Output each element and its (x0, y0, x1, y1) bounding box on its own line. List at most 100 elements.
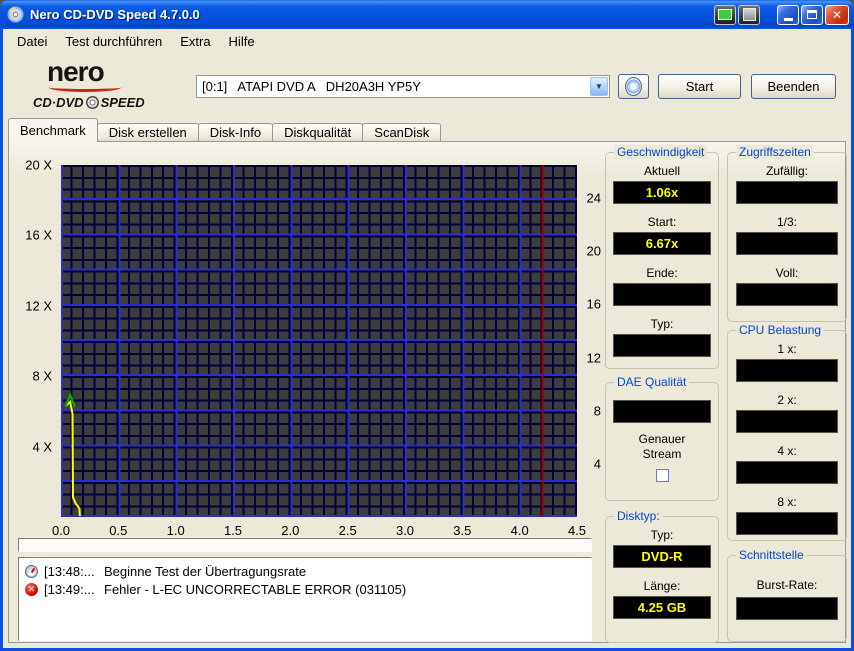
disc-typ-label: Typ: (650, 528, 674, 542)
cpu-8x-label: 8 x: (777, 495, 797, 509)
menu-extra[interactable]: Extra (171, 32, 219, 51)
quit-button[interactable]: Beenden (751, 74, 836, 99)
log-timestamp: [13:48:... (44, 563, 95, 579)
minimize-button[interactable] (777, 4, 799, 25)
right-axis-tick-label: 20 (586, 243, 601, 259)
left-axis-tick-label: 8 X (32, 368, 52, 384)
x-axis-tick-label: 1.0 (166, 523, 185, 538)
close-icon (832, 6, 842, 24)
save-image-button[interactable] (738, 4, 760, 25)
group-title: Zugriffszeiten (736, 145, 814, 159)
dae-quality-value (613, 400, 711, 423)
ende-value (613, 283, 711, 306)
x-axis-tick-label: 2.0 (281, 523, 300, 538)
capture-window-button[interactable] (714, 4, 736, 25)
aktuell-value: 1.06x (613, 181, 711, 204)
x-axis-tick-label: 4.5 (567, 523, 587, 538)
start-button[interactable]: Start (658, 74, 741, 99)
app-icon (7, 6, 24, 23)
genauer-stream-label: Genauer (638, 432, 686, 446)
nero-wordmark: nero (47, 56, 105, 87)
close-button[interactable] (825, 4, 849, 25)
log-message: Beginne Test der Übertragungsrate (104, 563, 307, 579)
product-wordmark: CD·DVD SPEED (33, 95, 183, 110)
voll-label: Voll: (775, 266, 799, 280)
tabstrip: Benchmark Disk erstellen Disk-Info Diskq… (8, 118, 442, 142)
tab-benchmark[interactable]: Benchmark (8, 118, 98, 142)
x-axis-tick-label: 1.5 (223, 523, 243, 538)
maximize-button[interactable] (801, 4, 823, 25)
one-third-label: 1/3: (776, 215, 797, 229)
cpu-2x-label: 2 x: (777, 393, 797, 407)
group-title: Disktyp: (614, 509, 663, 523)
minimize-icon (783, 17, 793, 21)
chart-series-layer (64, 165, 544, 517)
typ-value (613, 334, 711, 357)
disc-laenge-value: 4.25 GB (613, 596, 711, 619)
log-row: [13:48:... Beginne Test der Übertragungs… (24, 562, 589, 580)
chevron-down-icon[interactable] (590, 77, 608, 96)
x-axis-tick-label: 0.5 (109, 523, 128, 538)
cpu-1x-label: 1 x: (777, 342, 797, 356)
right-axis: 24 20 16 12 8 4 (581, 165, 603, 517)
log-entry-icon (24, 564, 39, 578)
one-third-value (736, 232, 838, 255)
start-value: 6.67x (613, 232, 711, 255)
floppy-icon (742, 8, 756, 21)
group-title: Geschwindigkeit (614, 145, 708, 159)
progress-bar (18, 538, 592, 552)
ende-label: Ende: (646, 266, 678, 280)
speed-group: Geschwindigkeit Aktuell 1.06x Start: 6.6… (605, 145, 719, 369)
window-title: Nero CD-DVD Speed 4.7.0.0 (30, 7, 200, 22)
error-icon (25, 582, 38, 596)
burst-rate-value (736, 597, 838, 620)
x-axis-tick-label: 4.0 (510, 523, 529, 538)
zufaellig-value (736, 181, 838, 204)
cpu-load-group: CPU Belastung 1 x: 2 x: 4 x: 8 x: (727, 323, 847, 541)
cpu-1x-value (736, 359, 838, 382)
test-start-icon (25, 564, 38, 578)
menu-test-durchfuehren[interactable]: Test durchführen (56, 32, 171, 51)
logo-cddvd-text: CD·DVD (33, 95, 84, 110)
interface-group: Schnittstelle Burst-Rate: (727, 548, 847, 642)
log-entry-icon (24, 582, 39, 596)
menu-hilfe[interactable]: Hilfe (220, 32, 264, 51)
nero-logo: nero CD·DVD SPEED (33, 56, 183, 111)
drive-info-button[interactable] (618, 74, 649, 99)
left-axis: 20 X 16 X 12 X 8 X 4 X (9, 158, 56, 517)
screen-icon (718, 9, 732, 20)
access-times-group: Zugriffszeiten Zufällig: 1/3: Voll: (727, 145, 847, 322)
titlebar[interactable]: Nero CD-DVD Speed 4.7.0.0 (0, 0, 854, 29)
cd-icon (625, 77, 642, 96)
log-row: [13:49:... Fehler - L-EC UNCORRECTABLE E… (24, 580, 589, 598)
voll-value (736, 283, 838, 306)
right-axis-tick-label: 16 (586, 296, 601, 312)
start-label: Start: (647, 215, 677, 229)
cpu-8x-value (736, 512, 838, 535)
tab-disk-erstellen[interactable]: Disk erstellen (96, 123, 199, 141)
group-title: DAE Qualität (614, 375, 690, 389)
x-axis: 0.0 0.5 1.0 1.5 2.0 2.5 3.0 3.5 4.0 4.5 (52, 523, 586, 539)
menu-datei[interactable]: Datei (8, 32, 56, 51)
burst-rate-label: Burst-Rate: (756, 578, 818, 592)
titlebar-buttons (712, 4, 849, 25)
right-axis-tick-label: 12 (586, 350, 601, 366)
genauer-stream-checkbox[interactable] (655, 469, 669, 482)
x-axis-tick-label: 2.5 (338, 523, 357, 538)
left-axis-tick-label: 4 X (32, 439, 52, 455)
x-axis-tick-label: 3.5 (453, 523, 472, 538)
right-axis-tick-label: 24 (586, 190, 601, 206)
log-timestamp: [13:49:... (44, 581, 95, 597)
group-title: Schnittstelle (736, 548, 807, 562)
tab-diskqualitaet[interactable]: Diskqualität (272, 123, 364, 141)
tab-disk-info[interactable]: Disk-Info (197, 123, 274, 141)
right-axis-tick-label: 8 (593, 403, 601, 419)
genauer-stream-label: Stream (642, 447, 682, 461)
log-panel: [13:48:... Beginne Test der Übertragungs… (18, 557, 592, 641)
drive-select[interactable]: [0:1] ATAPI DVD A DH20A3H YP5Y (196, 75, 610, 98)
typ-label: Typ: (650, 317, 674, 331)
cpu-4x-label: 4 x: (777, 444, 797, 458)
log-message: Fehler - L-EC UNCORRECTABLE ERROR (03110… (104, 581, 407, 597)
tab-scandisk[interactable]: ScanDisk (362, 123, 442, 141)
right-axis-tick-label: 4 (593, 456, 601, 472)
